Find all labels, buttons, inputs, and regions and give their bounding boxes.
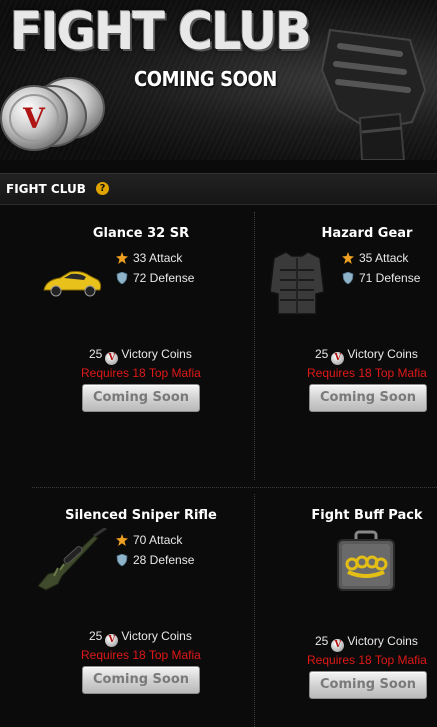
cost-amount: 25 [315, 347, 329, 361]
attack-value: 35 Attack [359, 251, 409, 265]
attack-value: 33 Attack [133, 251, 183, 265]
defense-icon [342, 272, 354, 284]
defense-value: 72 Defense [133, 271, 195, 285]
coming-soon-button[interactable]: Coming Soon [82, 666, 200, 694]
item-name: Hazard Gear [321, 226, 413, 241]
victory-coin-icon: V [331, 639, 345, 652]
item-name: Glance 32 SR [92, 226, 190, 241]
requirement-text: Requires 18 Top Mafia [81, 648, 201, 662]
cost-amount: 25 [89, 629, 103, 643]
cost-label: Victory Coins [347, 634, 418, 648]
item-name: Fight Buff Pack [311, 508, 423, 523]
item-name: Silenced Sniper Rifle [65, 508, 217, 523]
item-cost: 25 V Victory Coins [89, 347, 192, 365]
fight-glove-icon [320, 28, 427, 160]
section-title: FIGHT CLUB [6, 182, 86, 196]
cost-amount: 25 [89, 347, 103, 361]
requirement-text: Requires 18 Top Mafia [81, 366, 201, 380]
coming-soon-button[interactable]: Coming Soon [309, 384, 427, 412]
cost-label: Victory Coins [347, 347, 418, 361]
sniper-rifle-icon [37, 528, 107, 591]
cost-label: Victory Coins [121, 347, 192, 361]
body-armor-icon [269, 251, 325, 315]
svg-text:V: V [22, 102, 46, 135]
requirement-text: Requires 18 Top Mafia [307, 366, 427, 380]
column-divider [254, 212, 255, 480]
coming-soon-button[interactable]: Coming Soon [82, 384, 200, 412]
help-icon[interactable]: ? [96, 182, 109, 195]
attack-value: 70 Attack [133, 533, 183, 547]
brass-knuckles-case-icon [337, 530, 395, 591]
victory-coins-icon: V [0, 77, 105, 151]
banner-title: FIGHT CLUB [10, 2, 312, 62]
cost-amount: 25 [315, 634, 329, 648]
attack-icon [116, 534, 128, 546]
victory-coin-icon: V [105, 634, 119, 647]
item-cost: 25 V Victory Coins [315, 347, 418, 365]
defense-icon [116, 272, 128, 284]
item-cost: 25 V Victory Coins [89, 629, 192, 647]
cost-label: Victory Coins [121, 629, 192, 643]
defense-icon [116, 554, 128, 566]
attack-icon [116, 252, 128, 264]
attack-icon [342, 252, 354, 264]
defense-value: 71 Defense [359, 271, 421, 285]
column-divider [254, 494, 255, 727]
coming-soon-button[interactable]: Coming Soon [309, 671, 427, 699]
requirement-text: Requires 18 Top Mafia [307, 653, 427, 667]
defense-value: 28 Defense [133, 553, 195, 567]
victory-coin-icon: V [331, 352, 345, 365]
victory-coin-icon: V [105, 352, 119, 365]
banner-subtitle: COMING SOON [134, 67, 277, 91]
row-divider [32, 487, 437, 488]
item-cost: 25 V Victory Coins [315, 634, 418, 652]
sports-car-icon [43, 271, 102, 297]
header-banner: V FIGHT CLUB COMING SOON [0, 0, 437, 160]
section-header: FIGHT CLUB ? [0, 173, 437, 205]
